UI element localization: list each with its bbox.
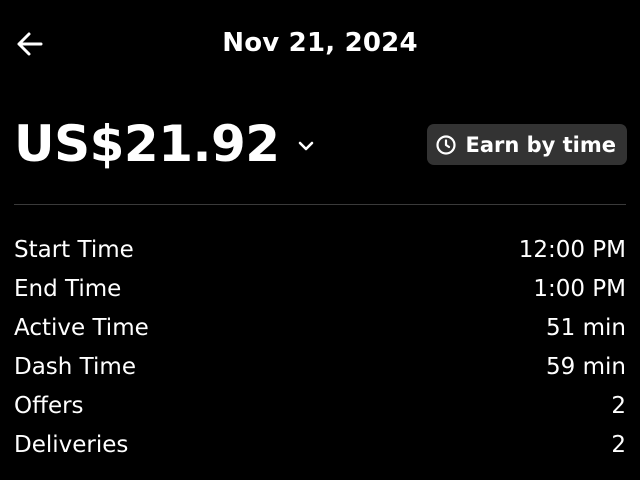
detail-label: Start Time <box>14 236 134 263</box>
detail-row-deliveries: Deliveries 2 <box>14 425 626 464</box>
detail-value: 59 min <box>546 353 626 380</box>
clock-icon <box>435 134 457 156</box>
dash-details-list: Start Time 12:00 PM End Time 1:00 PM Act… <box>14 230 626 464</box>
detail-value: 51 min <box>546 314 626 341</box>
chevron-down-icon <box>298 140 314 152</box>
detail-row-active-time: Active Time 51 min <box>14 308 626 347</box>
detail-label: Deliveries <box>14 431 129 458</box>
top-bar: Nov 21, 2024 <box>0 18 640 74</box>
detail-label: Offers <box>14 392 84 419</box>
earnings-amount: US$21.92 <box>14 115 280 173</box>
detail-value: 2 <box>611 392 626 419</box>
divider <box>14 204 626 205</box>
earn-by-time-button[interactable]: Earn by time <box>427 124 627 165</box>
earn-by-time-label: Earn by time <box>465 132 616 157</box>
detail-label: End Time <box>14 275 122 302</box>
detail-value: 12:00 PM <box>518 236 626 263</box>
detail-label: Active Time <box>14 314 149 341</box>
detail-row-start-time: Start Time 12:00 PM <box>14 230 626 269</box>
detail-row-end-time: End Time 1:00 PM <box>14 269 626 308</box>
detail-row-dash-time: Dash Time 59 min <box>14 347 626 386</box>
page-title: Nov 21, 2024 <box>222 28 418 58</box>
detail-value: 1:00 PM <box>533 275 626 302</box>
earnings-amount-toggle[interactable]: US$21.92 <box>14 108 314 180</box>
detail-label: Dash Time <box>14 353 136 380</box>
detail-row-offers: Offers 2 <box>14 386 626 425</box>
detail-value: 2 <box>611 431 626 458</box>
